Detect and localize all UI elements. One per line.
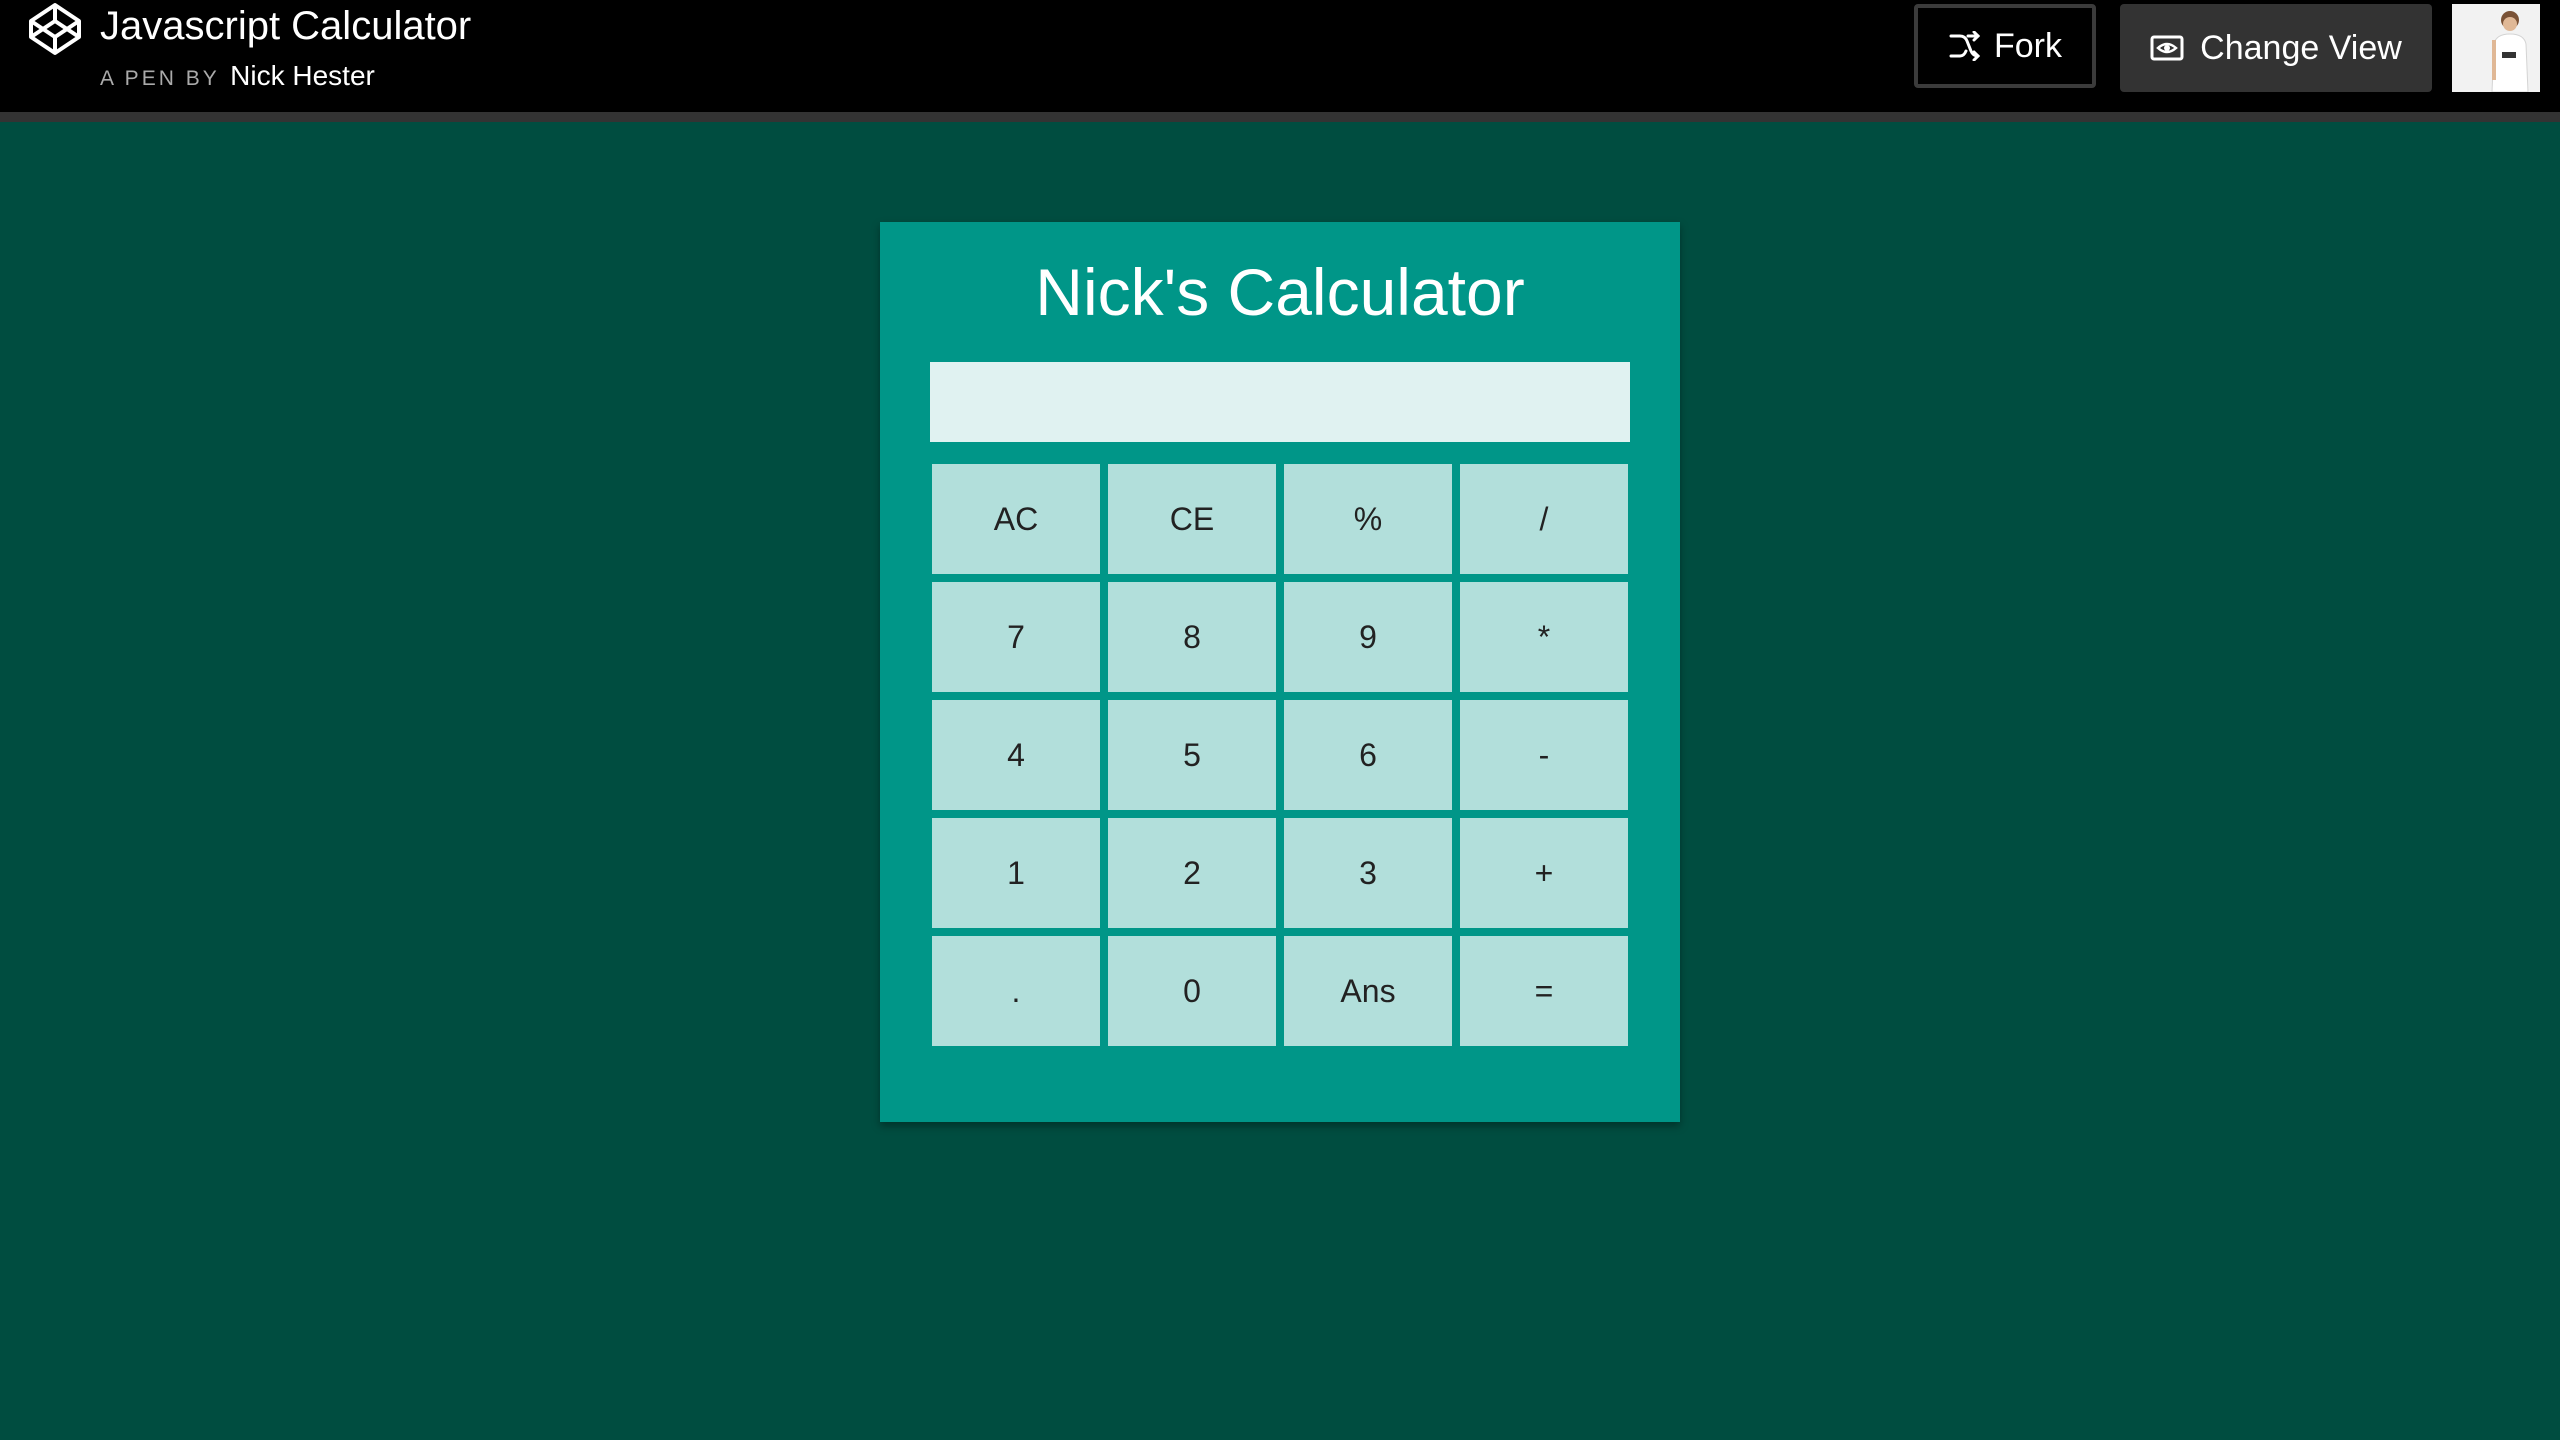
fork-icon [1949,31,1981,61]
change-view-button-label: Change View [2200,28,2402,67]
key-3[interactable]: 3 [1284,818,1452,928]
keypad: AC CE % / 7 8 9 * 4 5 6 - 1 2 3 + . 0 An… [930,464,1632,1046]
codepen-logo-icon[interactable] [28,2,82,56]
key-ac[interactable]: AC [932,464,1100,574]
pen-title: Javascript Calculator [100,4,472,48]
calculator-display[interactable] [930,362,1630,442]
key-1[interactable]: 1 [932,818,1100,928]
user-avatar-image [2452,4,2540,92]
user-avatar[interactable] [2452,4,2540,92]
key-4[interactable]: 4 [932,700,1100,810]
calculator: Nick's Calculator AC CE % / 7 8 9 * 4 5 … [880,222,1680,1122]
fork-button[interactable]: Fork [1914,4,2096,88]
key-0[interactable]: 0 [1108,936,1276,1046]
key-8[interactable]: 8 [1108,582,1276,692]
key-ans[interactable]: Ans [1284,936,1452,1046]
fork-button-label: Fork [1994,26,2062,65]
key-2[interactable]: 2 [1108,818,1276,928]
key-9[interactable]: 9 [1284,582,1452,692]
codepen-header: Javascript Calculator A PEN BY Nick Hest… [0,0,2560,122]
key-divide[interactable]: / [1460,464,1628,574]
pen-byline: A PEN BY Nick Hester [100,58,375,99]
key-subtract[interactable]: - [1460,700,1628,810]
key-percent[interactable]: % [1284,464,1452,574]
key-6[interactable]: 6 [1284,700,1452,810]
eye-icon [2150,35,2184,61]
key-decimal[interactable]: . [932,936,1100,1046]
change-view-button[interactable]: Change View [2120,4,2432,92]
key-ce[interactable]: CE [1108,464,1276,574]
author-link[interactable]: Nick Hester [230,60,375,91]
key-add[interactable]: + [1460,818,1628,928]
key-7[interactable]: 7 [932,582,1100,692]
key-equals[interactable]: = [1460,936,1628,1046]
key-5[interactable]: 5 [1108,700,1276,810]
key-multiply[interactable]: * [1460,582,1628,692]
calculator-title: Nick's Calculator [1035,255,1525,329]
pen-by-label: A PEN BY [100,67,220,90]
